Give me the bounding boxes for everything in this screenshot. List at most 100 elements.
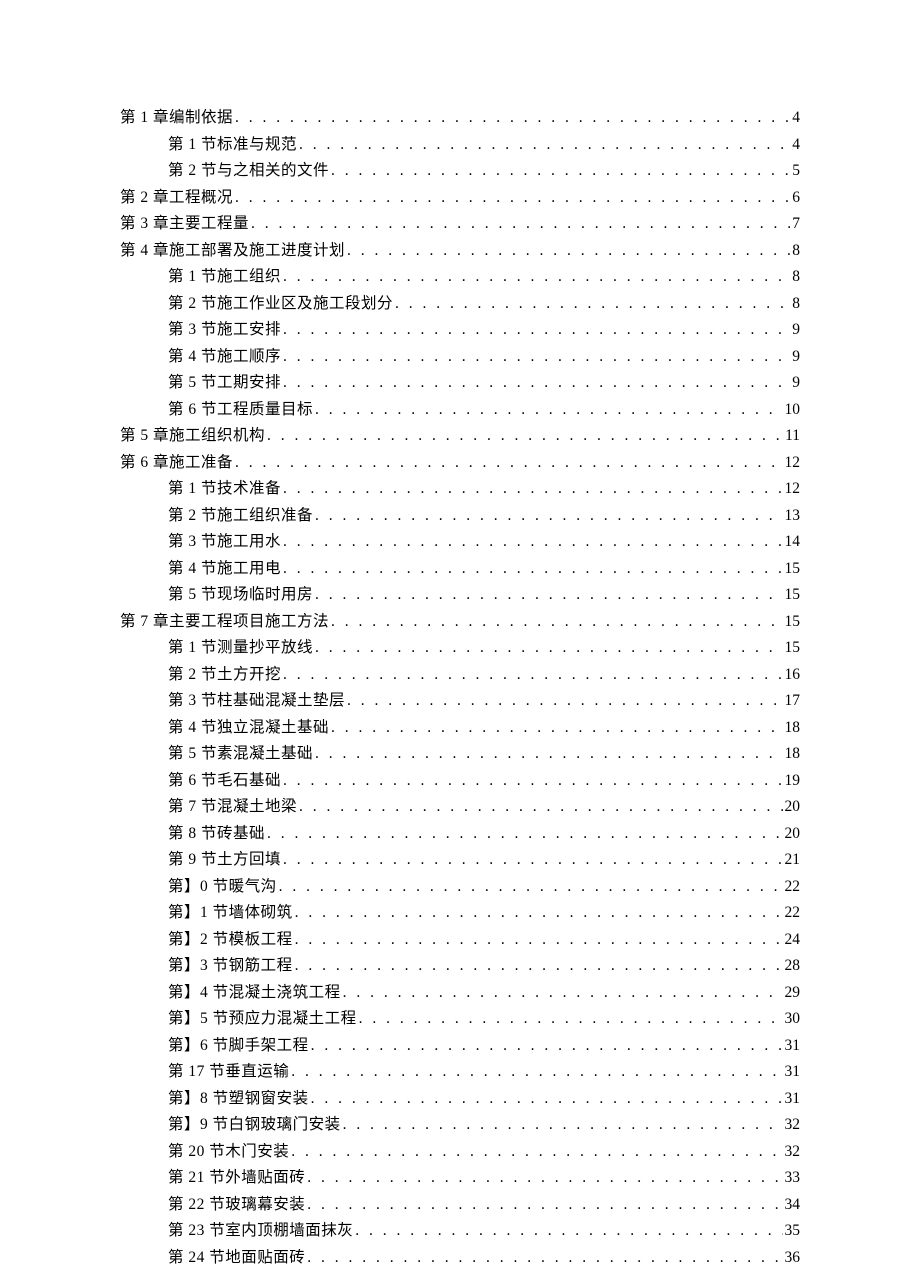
toc-entry: 第】1 节墙体砌筑 22 xyxy=(120,900,800,927)
toc-entry-label: 第 3 节施工安排 xyxy=(168,317,281,344)
toc-leader-dots xyxy=(347,238,790,265)
toc-entry-page: 4 xyxy=(792,132,800,159)
toc-entry-page: 4 xyxy=(792,105,800,132)
toc-entry-page: 15 xyxy=(785,556,801,583)
toc-entry-label: 第】5 节预应力混凝土工程 xyxy=(168,1006,357,1033)
toc-leader-dots xyxy=(283,344,790,371)
toc-entry-page: 31 xyxy=(785,1086,801,1113)
toc-leader-dots xyxy=(331,715,782,742)
toc-leader-dots xyxy=(343,980,783,1007)
toc-entry: 第 3 节施工安排 9 xyxy=(120,317,800,344)
toc-leader-dots xyxy=(291,1059,782,1086)
toc-entry: 第 21 节外墙贴面砖 33 xyxy=(120,1165,800,1192)
toc-entry-page: 8 xyxy=(792,238,800,265)
toc-entry: 第 1 节技术准备 12 xyxy=(120,476,800,503)
toc-entry-page: 18 xyxy=(785,715,801,742)
toc-entry: 第 2 节施工作业区及施工段划分 8 xyxy=(120,291,800,318)
toc-leader-dots xyxy=(283,264,790,291)
toc-entry-label: 第 20 节木门安装 xyxy=(168,1139,289,1166)
toc-leader-dots xyxy=(295,900,783,927)
toc-entry-label: 第】1 节墙体砌筑 xyxy=(168,900,293,927)
toc-leader-dots xyxy=(267,423,783,450)
toc-leader-dots xyxy=(331,609,782,636)
toc-entry-label: 第 2 节土方开挖 xyxy=(168,662,281,689)
toc-entry-page: 28 xyxy=(785,953,801,980)
toc-entry-page: 31 xyxy=(785,1059,801,1086)
toc-entry: 第 2 节与之相关的文件 5 xyxy=(120,158,800,185)
toc-leader-dots xyxy=(395,291,790,318)
toc-entry-page: 9 xyxy=(792,370,800,397)
toc-entry: 第 8 节砖基础 20 xyxy=(120,821,800,848)
toc-entry-page: 31 xyxy=(785,1033,801,1060)
toc-entry-label: 第 3 节柱基础混凝土垫层 xyxy=(168,688,345,715)
toc-entry-page: 17 xyxy=(785,688,801,715)
toc-entry: 第 23 节室内顶棚墙面抹灰 35 xyxy=(120,1218,800,1245)
toc-entry-page: 22 xyxy=(785,874,801,901)
toc-entry: 第 5 节工期安排 9 xyxy=(120,370,800,397)
toc-leader-dots xyxy=(315,741,782,768)
toc-entry-page: 30 xyxy=(785,1006,801,1033)
toc-entry-label: 第 4 节独立混凝土基础 xyxy=(168,715,329,742)
toc-entry-page: 32 xyxy=(785,1112,801,1139)
toc-entry-label: 第 2 章工程概况 xyxy=(120,185,233,212)
toc-entry-page: 24 xyxy=(785,927,801,954)
toc-entry-page: 6 xyxy=(792,185,800,212)
toc-entry-label: 第 4 节施工用电 xyxy=(168,556,281,583)
toc-entry-label: 第 8 节砖基础 xyxy=(168,821,265,848)
toc-entry-label: 第 3 节施工用水 xyxy=(168,529,281,556)
toc-entry-label: 第 6 节毛石基础 xyxy=(168,768,281,795)
toc-leader-dots xyxy=(331,158,790,185)
toc-entry-label: 第 22 节玻璃幕安装 xyxy=(168,1192,305,1219)
toc-page: 第 1 章编制依据 4第 1 节标准与规范 4第 2 节与之相关的文件 5第 2… xyxy=(0,0,920,1266)
toc-entry-page: 14 xyxy=(785,529,801,556)
toc-entry-page: 13 xyxy=(785,503,801,530)
toc-entry: 第】0 节暖气沟 22 xyxy=(120,874,800,901)
toc-leader-dots xyxy=(283,662,782,689)
toc-leader-dots xyxy=(307,1192,782,1219)
toc-entry-label: 第 9 节土方回填 xyxy=(168,847,281,874)
toc-entry: 第 7 章主要工程项目施工方法 15 xyxy=(120,609,800,636)
toc-entry-page: 20 xyxy=(785,821,801,848)
toc-entry: 第 6 章施工准备 12 xyxy=(120,450,800,477)
toc-leader-dots xyxy=(307,1165,782,1192)
toc-entry-page: 19 xyxy=(785,768,801,795)
toc-entry-label: 第 1 节标准与规范 xyxy=(168,132,297,159)
toc-entry-page: 35 xyxy=(785,1218,801,1245)
toc-entry: 第 6 节毛石基础 19 xyxy=(120,768,800,795)
toc-entry-page: 29 xyxy=(785,980,801,1007)
toc-leader-dots xyxy=(283,476,782,503)
toc-entry-label: 第】6 节脚手架工程 xyxy=(168,1033,309,1060)
toc-entry: 第 5 节现场临时用房 15 xyxy=(120,582,800,609)
toc-entry-label: 第 2 节施工作业区及施工段划分 xyxy=(168,291,393,318)
toc-entry-page: 7 xyxy=(792,211,800,238)
toc-entry-label: 第 6 节工程质量目标 xyxy=(168,397,313,424)
toc-entry-label: 第 1 章编制依据 xyxy=(120,105,233,132)
toc-entry: 第 9 节土方回填 21 xyxy=(120,847,800,874)
toc-entry-page: 5 xyxy=(792,158,800,185)
toc-entry: 第 3 章主要工程量 7 xyxy=(120,211,800,238)
toc-entry-label: 第 21 节外墙贴面砖 xyxy=(168,1165,305,1192)
toc-entry: 第 1 节标准与规范 4 xyxy=(120,132,800,159)
toc-entry-label: 第】0 节暖气沟 xyxy=(168,874,277,901)
toc-entry: 第】4 节混凝土浇筑工程 29 xyxy=(120,980,800,1007)
toc-entry-label: 第 23 节室内顶棚墙面抹灰 xyxy=(168,1218,353,1245)
toc-entry-page: 15 xyxy=(785,582,801,609)
toc-entry-label: 第 1 节施工组织 xyxy=(168,264,281,291)
toc-entry-label: 第 5 节工期安排 xyxy=(168,370,281,397)
toc-entry-label: 第 1 节测量抄平放线 xyxy=(168,635,313,662)
toc-entry-label: 第】9 节白钢玻璃门安装 xyxy=(168,1112,341,1139)
toc-leader-dots xyxy=(311,1086,783,1113)
toc-entry: 第 4 节施工用电 15 xyxy=(120,556,800,583)
toc-entry: 第】6 节脚手架工程 31 xyxy=(120,1033,800,1060)
toc-leader-dots xyxy=(283,317,790,344)
toc-entry: 第 20 节木门安装 32 xyxy=(120,1139,800,1166)
toc-entry-page: 20 xyxy=(785,794,801,821)
toc-entry-label: 第 2 节施工组织准备 xyxy=(168,503,313,530)
toc-entry: 第 1 节施工组织 8 xyxy=(120,264,800,291)
toc-entry: 第 6 节工程质量目标 10 xyxy=(120,397,800,424)
toc-entry-label: 第 4 章施工部署及施工进度计划 xyxy=(120,238,345,265)
toc-entry: 第 1 章编制依据 4 xyxy=(120,105,800,132)
toc-entry-page: 10 xyxy=(785,397,801,424)
toc-entry: 第 2 章工程概况 6 xyxy=(120,185,800,212)
toc-entry-label: 第 4 节施工顺序 xyxy=(168,344,281,371)
